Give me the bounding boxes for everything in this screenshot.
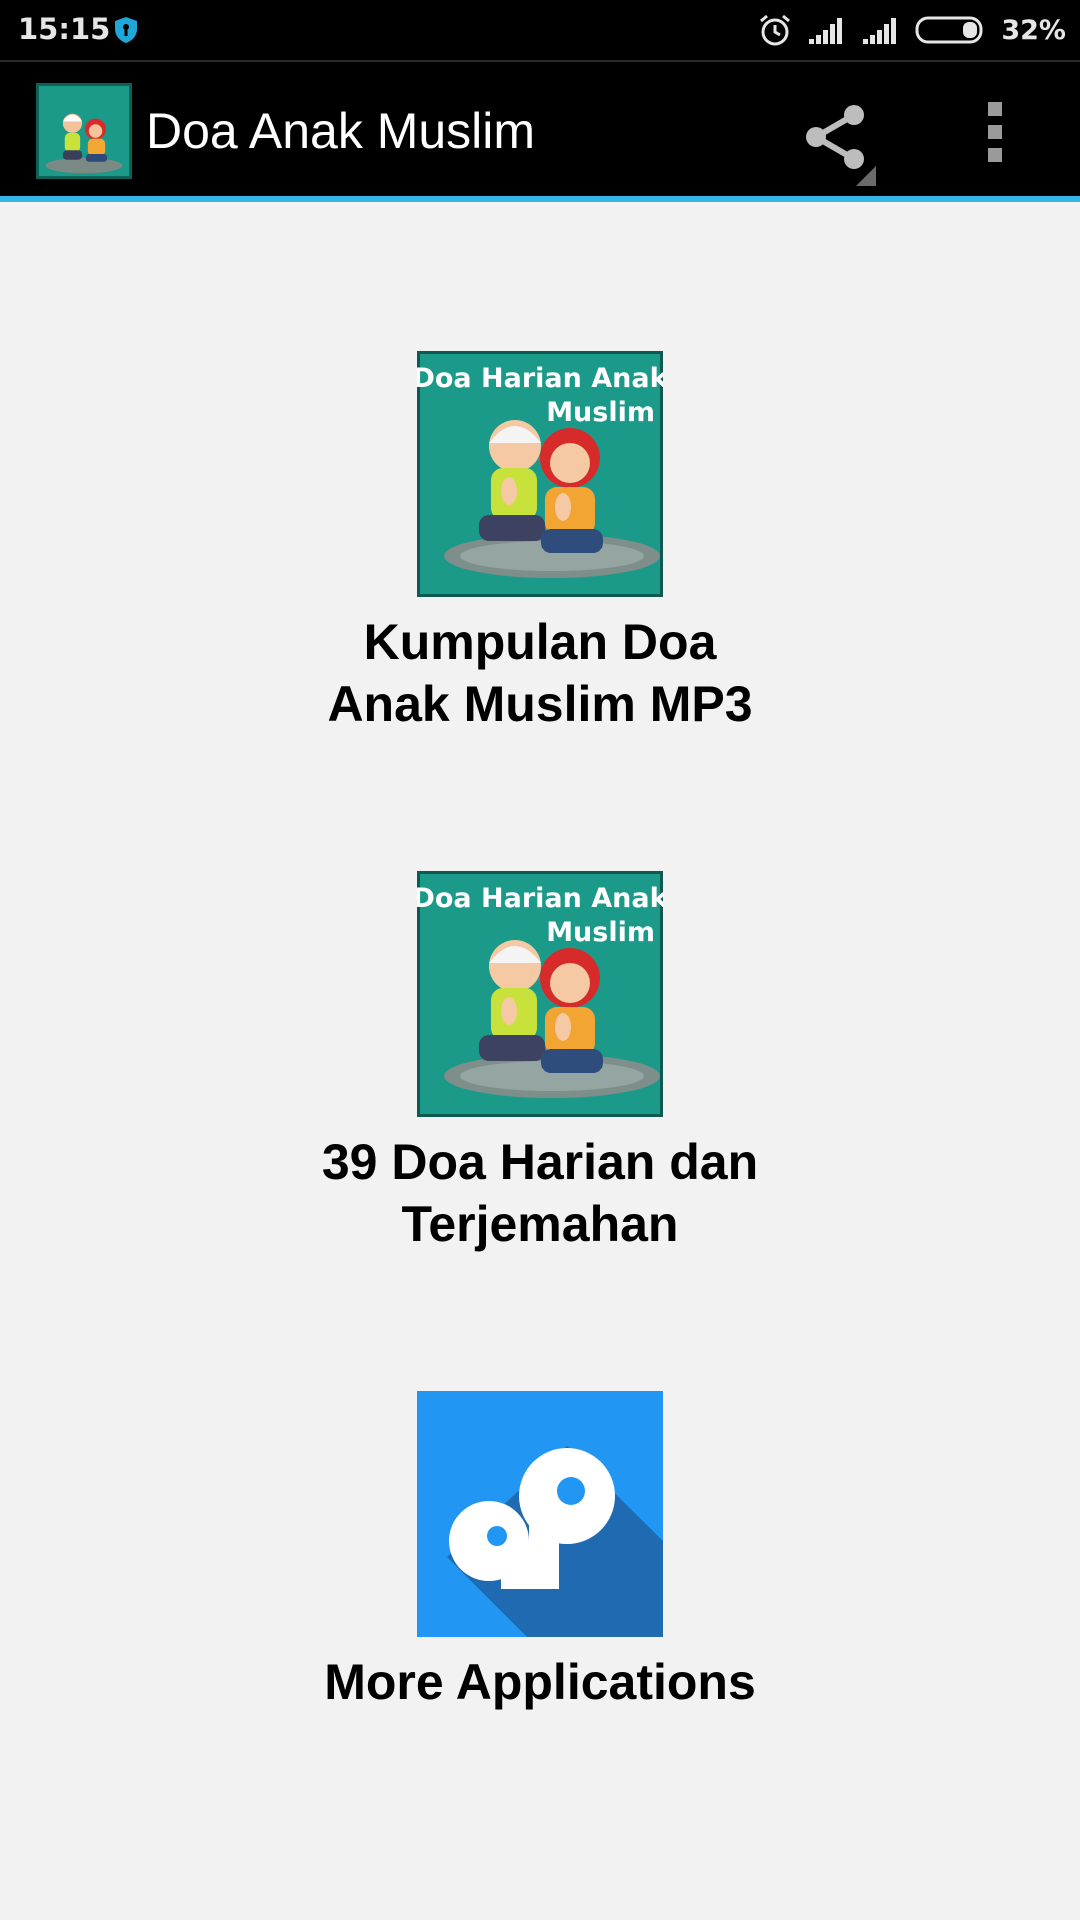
app-title: Doa Anak Muslim <box>146 103 536 159</box>
kids-praying-image: Doa Harian Anak Muslim <box>417 871 663 1117</box>
app-logo[interactable] <box>36 83 132 179</box>
status-icons: 32% <box>757 0 1066 60</box>
battery-percent: 32% <box>1001 14 1066 46</box>
shield-icon <box>115 17 137 43</box>
menu-item-more-applications[interactable]: More Applications <box>240 1391 840 1713</box>
signal-1-icon <box>809 18 843 44</box>
menu-item-39-doa-harian[interactable]: Doa Harian Anak Muslim 39 Doa Harian dan… <box>240 871 840 1255</box>
share-icon[interactable] <box>780 82 890 192</box>
thumbnail-title-line1: Doa Harian Anak <box>417 363 663 394</box>
menu-item-label: More Applications <box>324 1654 756 1710</box>
status-bar: 15:15 32% <box>0 0 1080 60</box>
menu-item-label: Kumpulan Doa Anak Muslim MP3 <box>327 614 753 732</box>
thumbnail-title-line2: Muslim <box>546 917 655 948</box>
status-time: 15:15 <box>18 12 111 46</box>
thumbnail-title-line1: Doa Harian Anak <box>417 883 663 914</box>
app-bar: Doa Anak Muslim <box>0 62 1080 196</box>
app-bar-accent-line <box>0 196 1080 202</box>
alarm-icon <box>760 14 791 46</box>
menu-item-kumpulan-doa-mp3[interactable]: Doa Harian Anak Muslim Kumpulan Doa Anak… <box>240 351 840 735</box>
signal-2-icon <box>863 18 897 44</box>
battery-icon <box>915 16 983 44</box>
overflow-menu-icon[interactable] <box>966 92 1026 172</box>
more-apps-logo <box>417 1391 663 1637</box>
menu-item-label: 39 Doa Harian dan Terjemahan <box>321 1134 759 1252</box>
kids-praying-image: Doa Harian Anak Muslim <box>417 351 663 597</box>
thumbnail-title-line2: Muslim <box>546 397 655 428</box>
